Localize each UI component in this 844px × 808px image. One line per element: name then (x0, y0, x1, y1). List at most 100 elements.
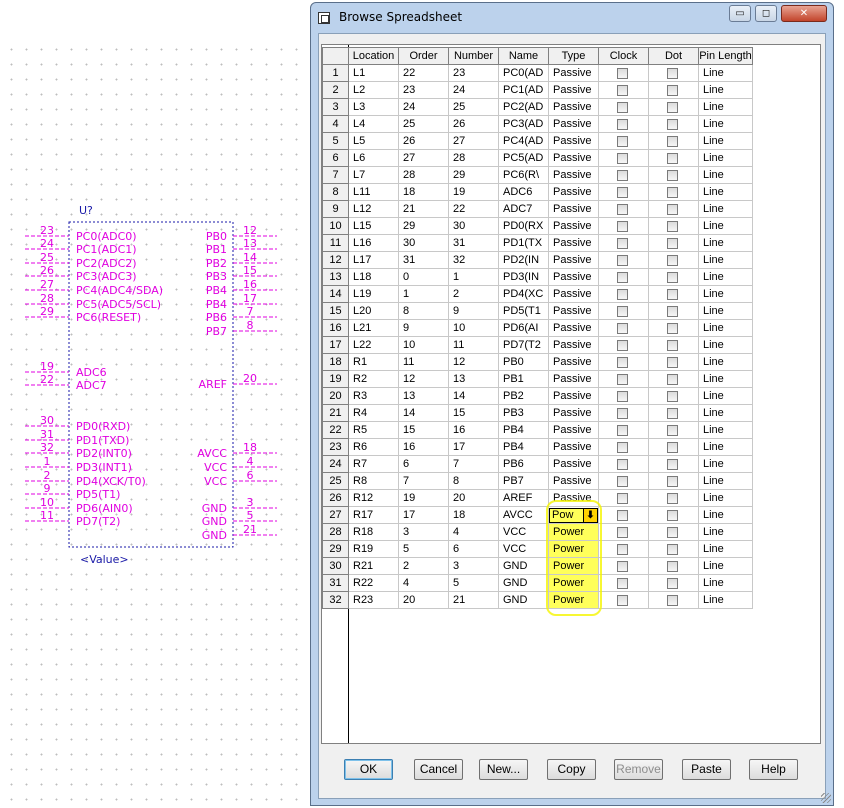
cell-pin-length[interactable]: Line (698, 591, 753, 609)
cell-location[interactable]: R7 (348, 455, 399, 473)
cell-order[interactable]: 23 (398, 81, 449, 99)
cell-number[interactable]: 1 (448, 268, 499, 286)
cell-name[interactable]: PD1(TX (498, 234, 549, 252)
cell-order[interactable]: 20 (398, 591, 449, 609)
cell-clock[interactable] (598, 200, 649, 218)
cell-order[interactable]: 21 (398, 200, 449, 218)
clock-checkbox[interactable] (617, 322, 628, 334)
table-row[interactable]: 12 L17 31 32 PD2(IN Passive Line (322, 251, 753, 269)
table-row[interactable]: 31 R22 4 5 GND Power Line (322, 574, 753, 592)
cell-clock[interactable] (598, 183, 649, 201)
cell-type[interactable]: Passive (548, 319, 599, 337)
col-location[interactable]: Location (348, 47, 399, 65)
clock-checkbox[interactable] (617, 135, 628, 147)
cell-order[interactable]: 31 (398, 251, 449, 269)
cell-clock[interactable] (598, 336, 649, 354)
cell-clock[interactable] (598, 455, 649, 473)
cell-number[interactable]: 7 (448, 455, 499, 473)
clock-checkbox[interactable] (617, 101, 628, 113)
clock-checkbox[interactable] (617, 509, 628, 521)
ok-button[interactable]: OK (344, 759, 393, 780)
cell-dot[interactable] (648, 540, 699, 558)
cell-dot[interactable] (648, 200, 699, 218)
cell-dot[interactable] (648, 387, 699, 405)
cell-type[interactable]: Passive (548, 149, 599, 167)
cell-type[interactable]: Power (548, 574, 599, 592)
cell-dot[interactable] (648, 183, 699, 201)
dot-checkbox[interactable] (667, 288, 678, 300)
table-row[interactable]: 5 L5 26 27 PC4(AD Passive Line (322, 132, 753, 150)
cell-type[interactable]: Passive (548, 353, 599, 371)
cancel-button[interactable]: Cancel (414, 759, 463, 780)
cell-order[interactable]: 8 (398, 302, 449, 320)
cell-type[interactable]: Passive (548, 268, 599, 286)
cell-name[interactable]: PB1 (498, 370, 549, 388)
row-header[interactable]: 30 (322, 557, 349, 575)
dot-checkbox[interactable] (667, 135, 678, 147)
cell-pin-length[interactable]: Line (698, 370, 753, 388)
cell-pin-length[interactable]: Line (698, 387, 753, 405)
cell-name[interactable]: PC2(AD (498, 98, 549, 116)
cell-order[interactable]: 18 (398, 183, 449, 201)
dot-checkbox[interactable] (667, 305, 678, 317)
row-header[interactable]: 8 (322, 183, 349, 201)
dot-checkbox[interactable] (667, 356, 678, 368)
row-header[interactable]: 25 (322, 472, 349, 490)
clock-checkbox[interactable] (617, 475, 628, 487)
cell-clock[interactable] (598, 523, 649, 541)
cell-dot[interactable] (648, 336, 699, 354)
help-button[interactable]: Help (749, 759, 798, 780)
new-button[interactable]: New... (479, 759, 528, 780)
row-header[interactable]: 11 (322, 234, 349, 252)
dot-checkbox[interactable] (667, 509, 678, 521)
cell-name[interactable]: PD4(XC (498, 285, 549, 303)
cell-clock[interactable] (598, 404, 649, 422)
cell-pin-length[interactable]: Line (698, 166, 753, 184)
cell-pin-length[interactable]: Line (698, 268, 753, 286)
cell-dot[interactable] (648, 98, 699, 116)
cell-location[interactable]: L1 (348, 64, 399, 82)
cell-name[interactable]: PD0(RX (498, 217, 549, 235)
table-row[interactable]: 21 R4 14 15 PB3 Passive Line (322, 404, 753, 422)
row-header[interactable]: 19 (322, 370, 349, 388)
dot-checkbox[interactable] (667, 203, 678, 215)
cell-order[interactable]: 12 (398, 370, 449, 388)
dot-checkbox[interactable] (667, 475, 678, 487)
dot-checkbox[interactable] (667, 424, 678, 436)
cell-pin-length[interactable]: Line (698, 455, 753, 473)
row-header[interactable]: 32 (322, 591, 349, 609)
cell-name[interactable]: PB4 (498, 421, 549, 439)
table-row[interactable]: 30 R21 2 3 GND Power Line (322, 557, 753, 575)
cell-type[interactable]: Passive (548, 404, 599, 422)
cell-name[interactable]: PB2 (498, 387, 549, 405)
cell-pin-length[interactable]: Line (698, 506, 753, 524)
cell-number[interactable]: 13 (448, 370, 499, 388)
cell-type[interactable]: Passive (548, 166, 599, 184)
copy-button[interactable]: Copy (547, 759, 596, 780)
clock-checkbox[interactable] (617, 203, 628, 215)
clock-checkbox[interactable] (617, 594, 628, 606)
cell-name[interactable]: PD3(IN (498, 268, 549, 286)
cell-pin-length[interactable]: Line (698, 183, 753, 201)
cell-number[interactable]: 5 (448, 574, 499, 592)
cell-clock[interactable] (598, 268, 649, 286)
cell-location[interactable]: L5 (348, 132, 399, 150)
cell-number[interactable]: 32 (448, 251, 499, 269)
cell-pin-length[interactable]: Line (698, 319, 753, 337)
row-header[interactable]: 10 (322, 217, 349, 235)
cell-location[interactable]: R4 (348, 404, 399, 422)
table-row[interactable]: 23 R6 16 17 PB4 Passive Line (322, 438, 753, 456)
cell-pin-length[interactable]: Line (698, 336, 753, 354)
cell-name[interactable]: PB0 (498, 353, 549, 371)
cell-location[interactable]: R18 (348, 523, 399, 541)
table-row[interactable]: 6 L6 27 28 PC5(AD Passive Line (322, 149, 753, 167)
cell-location[interactable]: L12 (348, 200, 399, 218)
cell-number[interactable]: 2 (448, 285, 499, 303)
dot-checkbox[interactable] (667, 441, 678, 453)
table-row[interactable]: 1 L1 22 23 PC0(AD Passive Line (322, 64, 753, 82)
cell-location[interactable]: R23 (348, 591, 399, 609)
cell-dot[interactable] (648, 489, 699, 507)
cell-clock[interactable] (598, 540, 649, 558)
clock-checkbox[interactable] (617, 220, 628, 232)
restore-button[interactable]: ◻ (755, 5, 777, 22)
